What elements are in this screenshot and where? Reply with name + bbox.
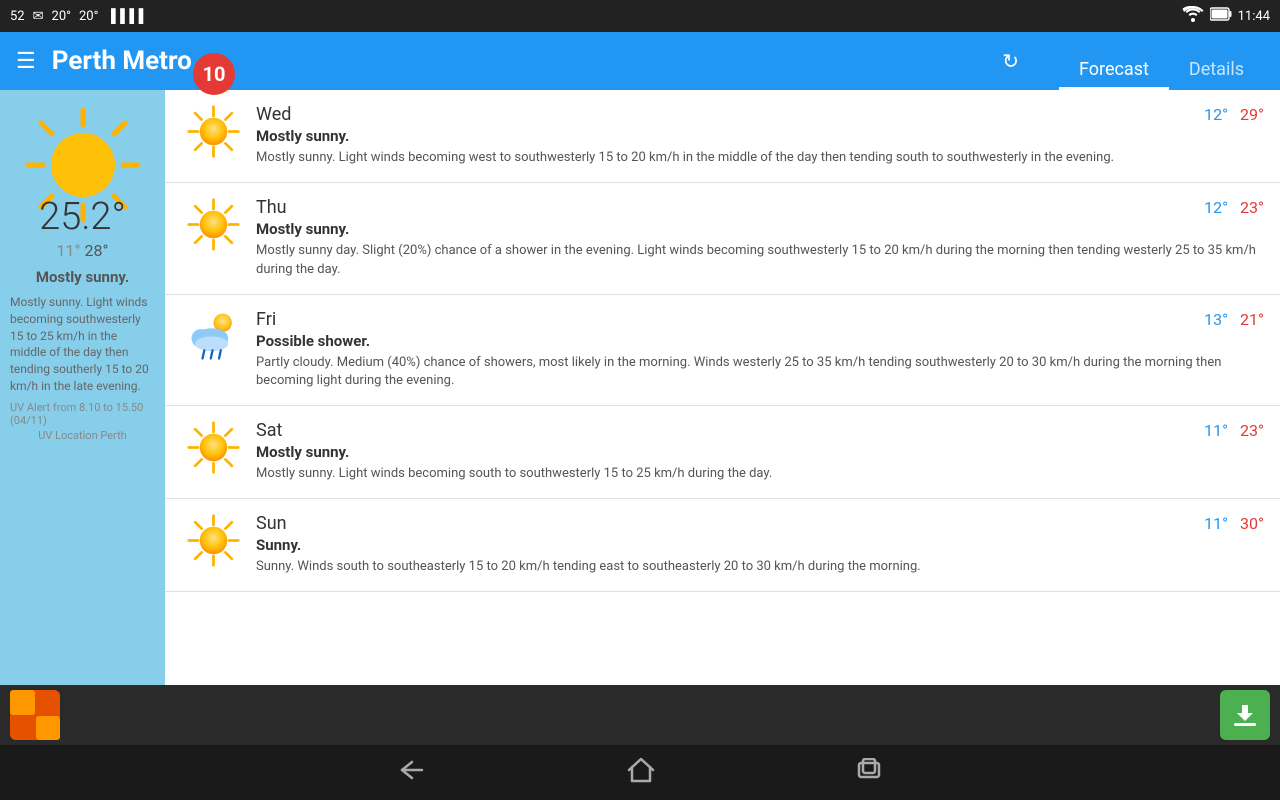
forecast-low: 12° xyxy=(1204,198,1228,217)
forecast-description: Sunny. Winds south to southeasterly 15 t… xyxy=(256,558,1264,577)
status-time: 11:44 xyxy=(1238,9,1270,24)
forecast-title: Sunny. xyxy=(256,536,1264,554)
forecast-description: Mostly sunny. Light winds becoming south… xyxy=(256,465,1264,484)
forecast-temps: 12° 29° xyxy=(1204,105,1264,124)
forecast-weather-icon xyxy=(186,104,241,163)
back-button[interactable] xyxy=(397,758,427,788)
uv-location-text: UV Location Perth xyxy=(38,429,127,442)
status-bars-icon: ▐▐▐▐ xyxy=(106,8,143,24)
status-bar: 52 ✉ 20° 20° ▐▐▐▐ 11:44 xyxy=(0,0,1280,32)
current-low-temp: 11° xyxy=(57,241,81,260)
recents-button[interactable] xyxy=(855,758,883,788)
forecast-day-row: Thu 12° 23° xyxy=(256,197,1264,218)
forecast-day-label: Wed xyxy=(256,104,291,125)
status-notifications: 52 xyxy=(10,9,25,24)
tab-details[interactable]: Details xyxy=(1169,59,1264,90)
forecast-item[interactable]: Wed 12° 29° Mostly sunny. Mostly sunny. … xyxy=(165,90,1280,183)
forecast-day-label: Thu xyxy=(256,197,287,218)
forecast-icon-wrap xyxy=(181,309,246,368)
main-content: 10 25.2° 11° 28° Mostly sunny. Mostly su… xyxy=(0,90,1280,685)
forecast-item[interactable]: Sun 11° 30° Sunny. Sunny. Winds south to… xyxy=(165,499,1280,592)
forecast-day-label: Fri xyxy=(256,309,276,330)
forecast-description: Mostly sunny day. Slight (20%) chance of… xyxy=(256,242,1264,280)
forecast-list: Wed 12° 29° Mostly sunny. Mostly sunny. … xyxy=(165,90,1280,685)
forecast-high: 29° xyxy=(1240,105,1264,124)
forecast-description: Partly cloudy. Medium (40%) chance of sh… xyxy=(256,354,1264,392)
forecast-body: Sat 11° 23° Mostly sunny. Mostly sunny. … xyxy=(246,420,1264,484)
current-description: Mostly sunny. xyxy=(36,268,129,286)
current-high-temp: 28° xyxy=(84,241,108,260)
forecast-day-label: Sun xyxy=(256,513,287,534)
forecast-weather-icon xyxy=(186,197,241,256)
menu-icon[interactable]: ☰ xyxy=(16,49,36,74)
current-weather-panel: 10 25.2° 11° 28° Mostly sunny. Mostly su… xyxy=(0,90,165,685)
forecast-icon-wrap xyxy=(181,104,246,163)
forecast-item[interactable]: Fri 13° 21° Possible shower. Partly clou… xyxy=(165,295,1280,407)
forecast-description: Mostly sunny. Light winds becoming west … xyxy=(256,149,1264,168)
forecast-title: Possible shower. xyxy=(256,332,1264,350)
android-nav-bar xyxy=(0,745,1280,800)
current-temp-range: 11° 28° xyxy=(57,241,109,260)
forecast-title: Mostly sunny. xyxy=(256,127,1264,145)
forecast-body: Thu 12° 23° Mostly sunny. Mostly sunny d… xyxy=(246,197,1264,280)
download-button[interactable] xyxy=(1220,690,1270,740)
battery-icon xyxy=(1210,7,1232,25)
app-header: ☰ Perth Metro ↻ Forecast Details xyxy=(0,32,1280,90)
tab-forecast[interactable]: Forecast xyxy=(1059,59,1169,90)
status-temp1: 20° xyxy=(52,9,71,24)
forecast-icon-wrap xyxy=(181,420,246,479)
forecast-day-row: Sat 11° 23° xyxy=(256,420,1264,441)
header-tabs: Forecast Details xyxy=(1059,32,1264,90)
forecast-item[interactable]: Thu 12° 23° Mostly sunny. Mostly sunny d… xyxy=(165,183,1280,295)
current-temperature: 25.2° xyxy=(39,195,126,239)
forecast-body: Wed 12° 29° Mostly sunny. Mostly sunny. … xyxy=(246,104,1264,168)
forecast-high: 23° xyxy=(1240,421,1264,440)
status-email-icon: ✉ xyxy=(33,9,44,24)
forecast-day-label: Sat xyxy=(256,420,282,441)
taskbar xyxy=(0,685,1280,745)
home-button[interactable] xyxy=(627,757,655,789)
forecast-temps: 12° 23° xyxy=(1204,198,1264,217)
forecast-weather-icon xyxy=(186,513,241,572)
forecast-temps: 11° 30° xyxy=(1204,514,1264,533)
forecast-icon-wrap xyxy=(181,513,246,572)
forecast-title: Mostly sunny. xyxy=(256,443,1264,461)
status-left: 52 ✉ 20° 20° ▐▐▐▐ xyxy=(10,8,143,24)
status-temp2: 20° xyxy=(79,9,98,24)
uv-badge: 10 xyxy=(193,53,235,95)
forecast-body: Sun 11° 30° Sunny. Sunny. Winds south to… xyxy=(246,513,1264,577)
forecast-low: 11° xyxy=(1204,514,1228,533)
forecast-weather-icon xyxy=(186,420,241,479)
forecast-day-row: Wed 12° 29° xyxy=(256,104,1264,125)
taskbar-app-icon[interactable] xyxy=(10,690,60,740)
forecast-low: 11° xyxy=(1204,421,1228,440)
forecast-high: 21° xyxy=(1240,310,1264,329)
current-detail-text: Mostly sunny. Light winds becoming south… xyxy=(10,294,155,395)
refresh-icon[interactable]: ↻ xyxy=(1002,49,1019,73)
forecast-weather-icon xyxy=(186,309,241,368)
forecast-day-row: Sun 11° 30° xyxy=(256,513,1264,534)
forecast-high: 30° xyxy=(1240,514,1264,533)
forecast-title: Mostly sunny. xyxy=(256,220,1264,238)
uv-alert-text: UV Alert from 8.10 to 15.50 (04/11) xyxy=(10,401,155,427)
forecast-icon-wrap xyxy=(181,197,246,256)
forecast-low: 12° xyxy=(1204,105,1228,124)
forecast-high: 23° xyxy=(1240,198,1264,217)
forecast-temps: 11° 23° xyxy=(1204,421,1264,440)
forecast-temps: 13° 21° xyxy=(1204,310,1264,329)
wifi-icon xyxy=(1182,6,1204,26)
forecast-day-row: Fri 13° 21° xyxy=(256,309,1264,330)
status-right: 11:44 xyxy=(1182,6,1270,26)
forecast-body: Fri 13° 21° Possible shower. Partly clou… xyxy=(246,309,1264,392)
forecast-low: 13° xyxy=(1204,310,1228,329)
forecast-item[interactable]: Sat 11° 23° Mostly sunny. Mostly sunny. … xyxy=(165,406,1280,499)
